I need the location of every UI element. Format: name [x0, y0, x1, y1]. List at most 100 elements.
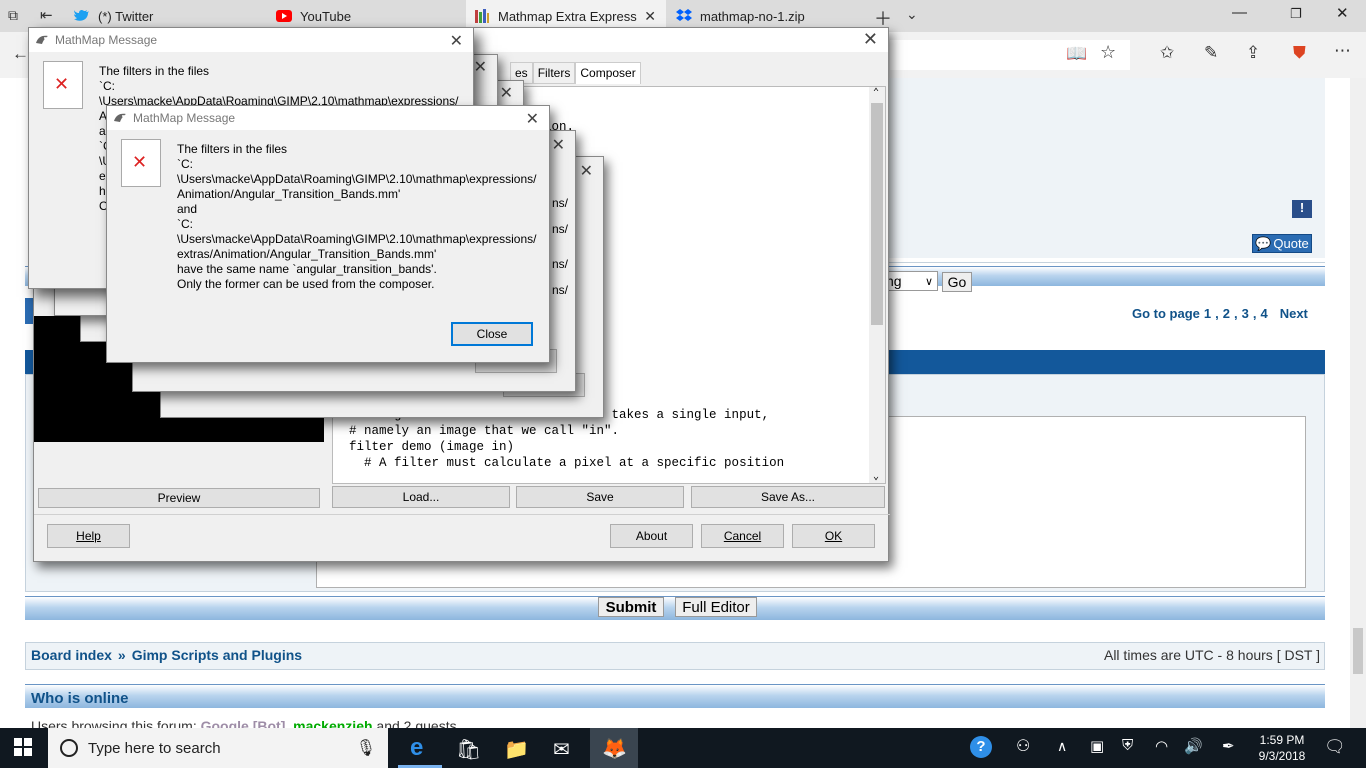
mathmap-icon — [474, 8, 490, 24]
cortana-icon — [60, 739, 78, 757]
close-window-icon[interactable]: ✕ — [1336, 4, 1349, 22]
next-page-link[interactable]: Next — [1280, 306, 1308, 321]
pen-workspace-icon[interactable]: ✒ — [1222, 737, 1235, 755]
tab-composer[interactable]: Composer — [575, 62, 641, 84]
gimp-icon — [36, 35, 48, 44]
preview-button[interactable]: Preview — [38, 488, 320, 508]
reading-view-icon[interactable]: 📖 — [1066, 44, 1087, 64]
close-icon[interactable]: ✕ — [863, 29, 878, 50]
ok-label: OK — [824, 529, 843, 543]
more-options-icon[interactable]: ⋯ — [1334, 41, 1351, 61]
error-file-icon — [121, 139, 161, 187]
close-tab-icon[interactable]: ✕ — [644, 8, 656, 25]
page-scrollbar[interactable] — [1350, 78, 1366, 728]
set-aside-tabs-icon[interactable]: ⇤ — [40, 6, 53, 24]
text-line: `C: — [177, 157, 193, 171]
chevron-up-icon[interactable]: ∧ — [1057, 738, 1067, 755]
wifi-icon[interactable]: ◠ — [1155, 737, 1168, 755]
close-button[interactable]: Close — [451, 322, 533, 346]
save-as-label: Save As... — [760, 490, 816, 504]
action-center-icon[interactable]: 🗨 — [1324, 737, 1346, 757]
windows-start-icon[interactable] — [14, 738, 32, 759]
page-link-3[interactable]: 3 — [1242, 306, 1249, 321]
share-icon[interactable]: ⇪ — [1246, 43, 1260, 63]
cancel-label: Cancel — [723, 529, 762, 543]
search-box[interactable]: Type here to search 🎙 — [48, 728, 388, 768]
text-line: The filters in the files — [99, 64, 210, 78]
close-icon[interactable]: ✕ — [526, 109, 539, 129]
pen-icon[interactable]: ✎ — [1204, 43, 1218, 63]
gimp-taskbar-button[interactable]: 🦊 — [590, 728, 638, 768]
restore-icon[interactable]: ❐ — [1290, 6, 1302, 22]
text-line: `C: — [99, 79, 115, 93]
help-button[interactable]: Help — [47, 524, 130, 548]
youtube-icon — [276, 8, 292, 24]
sort-select[interactable]: ng ∨ — [882, 271, 938, 291]
people-icon[interactable]: ⚇ — [1016, 736, 1030, 756]
post-area — [880, 78, 1325, 258]
back-arrow-icon[interactable]: ← — [12, 44, 29, 64]
go-button[interactable]: Go — [942, 272, 972, 292]
full-editor-button[interactable]: Full Editor — [675, 597, 757, 617]
error-file-icon — [43, 61, 83, 109]
who-online-bar — [25, 684, 1325, 708]
store-icon[interactable]: 🛍 — [456, 737, 481, 762]
tab-filters[interactable]: Filters — [532, 62, 576, 84]
quote-button[interactable]: 💬 Quote — [1252, 234, 1312, 253]
editor-scrollbar-thumb[interactable] — [871, 103, 883, 325]
close-icon[interactable]: ✕ — [552, 135, 565, 155]
minimize-icon[interactable]: — — [1232, 4, 1247, 21]
load-button[interactable]: Load... — [332, 486, 510, 508]
defender-icon[interactable]: ⛨ — [1122, 737, 1133, 754]
close-icon[interactable]: ✕ — [500, 83, 513, 103]
user-google-bot[interactable]: Google [Bot] — [201, 718, 286, 728]
network-icon[interactable]: ▣ — [1090, 737, 1104, 755]
chevron-down-icon[interactable]: ⌄ — [906, 6, 918, 23]
scroll-down-icon[interactable]: ⌄ — [873, 471, 879, 483]
gimp-icon: 🦊 — [602, 738, 627, 760]
page-link-1[interactable]: 1 — [1204, 306, 1211, 321]
user-mackenzieh[interactable]: mackenzieh — [293, 718, 372, 728]
page-link-4[interactable]: 4 — [1260, 306, 1267, 321]
close-icon[interactable]: ✕ — [450, 31, 463, 51]
cancel-button[interactable]: Cancel — [701, 524, 784, 548]
path-fragment: ns/ — [552, 283, 569, 297]
message-dialog-front: MathMap Message ✕ The filters in the fil… — [106, 105, 550, 363]
scroll-up-icon[interactable]: ⌃ — [873, 87, 879, 99]
clock[interactable]: 1:59 PM 9/3/2018 — [1250, 732, 1314, 764]
go-label: Go — [947, 274, 967, 290]
editor-scrollbar[interactable]: ⌃ ⌄ — [869, 87, 885, 483]
text-line: filter demo (image in) — [349, 440, 515, 454]
quote-label: Quote — [1273, 236, 1309, 251]
report-icon[interactable]: ! — [1292, 200, 1312, 218]
file-explorer-icon[interactable]: 📁 — [504, 737, 529, 762]
close-icon[interactable]: ✕ — [580, 161, 593, 181]
ok-button[interactable]: OK — [792, 524, 875, 548]
address-field[interactable] — [890, 40, 1130, 70]
save-button[interactable]: Save — [516, 486, 684, 508]
microphone-icon[interactable]: 🎙 — [356, 738, 376, 758]
favorites-hub-icon[interactable]: ✩ — [1160, 43, 1174, 63]
text-line: Animation/Angular_Transition_Bands.mm' — [177, 187, 401, 201]
volume-icon[interactable]: 🔊 — [1184, 737, 1203, 755]
submit-button[interactable]: Submit — [598, 597, 664, 617]
about-button[interactable]: About — [610, 524, 693, 548]
forum-link[interactable]: Gimp Scripts and Plugins — [132, 647, 302, 663]
mathmap-tab-strip: es Filters Composer — [510, 62, 641, 84]
edge-icon[interactable]: e — [410, 734, 423, 762]
text-line: `C: — [177, 217, 193, 231]
mail-icon[interactable]: ✉ — [553, 737, 570, 762]
save-as-button[interactable]: Save As... — [691, 486, 885, 508]
search-placeholder: Type here to search — [88, 739, 221, 757]
page-scrollbar-thumb[interactable] — [1353, 628, 1363, 674]
board-index-link[interactable]: Board index — [31, 647, 112, 663]
shield-icon[interactable]: ⛊ — [1293, 43, 1306, 63]
browsing-suffix: and 2 guests — [372, 718, 457, 728]
close-icon[interactable]: ✕ — [474, 57, 487, 77]
full-editor-label: Full Editor — [682, 598, 750, 616]
help-icon[interactable]: ? — [970, 736, 992, 758]
page-link-2[interactable]: 2 — [1223, 306, 1230, 321]
text-line: and — [177, 202, 198, 216]
favorite-star-icon[interactable]: ☆ — [1100, 42, 1116, 63]
tab-preview-icon[interactable]: ⧉ — [8, 7, 18, 24]
